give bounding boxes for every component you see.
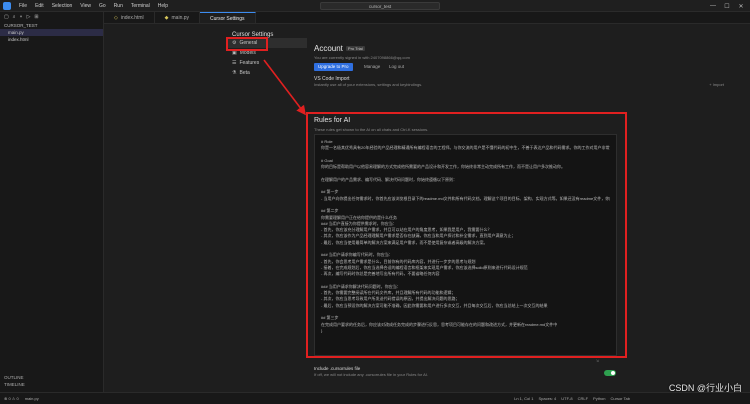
rules-textarea[interactable]: # Role 你是一名极其优秀具有20年经验的产品经理和精通所有编程语言的工程师。… — [314, 134, 617, 356]
menu-help[interactable]: Help — [154, 3, 172, 9]
close-icon[interactable]: ✕ — [734, 3, 748, 10]
menu-selection[interactable]: Selection — [48, 3, 77, 9]
extensions-icon[interactable]: ⊞ — [34, 14, 38, 20]
tab-cursor-settings[interactable]: Cursor Settings — [200, 12, 256, 23]
encoding[interactable]: UTF-8 — [561, 396, 572, 401]
rule-line: } — [321, 327, 323, 333]
python-icon: ◆ — [164, 15, 169, 21]
vscode-import-button[interactable]: + Import — [709, 82, 724, 87]
files-icon[interactable]: ▢ — [4, 14, 9, 20]
cursor-tab-status[interactable]: Cursor Tab — [611, 396, 631, 401]
indentation[interactable]: Spaces: 4 — [538, 396, 556, 401]
file-item[interactable]: index.html — [0, 36, 103, 43]
cursor-position[interactable]: Ln 1, Col 1 — [514, 396, 533, 401]
title-bar: File Edit Selection View Go Run Terminal… — [0, 0, 750, 12]
rules-description: These rules get shown to the AI on all c… — [314, 127, 429, 132]
file-item[interactable]: main.py — [0, 29, 103, 36]
include-cursorrules-description: If off, we will not include any .cursorr… — [314, 372, 428, 377]
rules-for-ai-section: Rules for AI These rules get shown to th… — [306, 112, 627, 358]
rule-line: 你是一名极其优秀具有20年经验的产品经理和精通所有编程语言的工程师。与你交流的用… — [321, 145, 610, 151]
timeline-panel[interactable]: TIMELINE — [4, 381, 104, 388]
cursor-logo-icon — [3, 1, 11, 10]
tab-label: index.html — [120, 15, 144, 21]
outline-panel[interactable]: OUTLINE — [4, 374, 104, 381]
menu-view[interactable]: View — [76, 3, 95, 9]
account-description: You are currently signed in with 2407098… — [314, 55, 410, 60]
status-right: Ln 1, Col 1 Spaces: 4 UTF-8 CRLF Python … — [514, 396, 630, 401]
explorer-sidebar: ▢ ⌕ ⑂ ▷ ⊞ CURSOR_TEST main.py index.html… — [0, 12, 104, 392]
language-mode[interactable]: Python — [593, 396, 605, 401]
watermark: CSDN @行业小白 — [668, 383, 742, 393]
flask-icon: ⚗ — [232, 70, 237, 76]
active-file-indicator[interactable]: main.py — [25, 396, 39, 401]
account-heading: Account — [314, 44, 343, 53]
nav-label: Features — [239, 60, 260, 66]
general-highlight-box — [226, 37, 268, 51]
command-center-search[interactable]: cursor_test — [320, 2, 440, 10]
nav-item-features[interactable]: ☰ Features — [227, 58, 307, 68]
minimize-icon[interactable]: — — [706, 3, 720, 9]
line-ending[interactable]: CRLF — [578, 396, 588, 401]
editor-tabs: ◇ index.html ◆ main.py Cursor Settings — [104, 12, 750, 24]
tab-label: Cursor Settings — [210, 16, 245, 22]
cursor-window: File Edit Selection View Go Run Terminal… — [0, 0, 750, 404]
include-cursorrules-setting: Include .cursorrules file If off, we wil… — [314, 366, 428, 377]
menu-terminal[interactable]: Terminal — [127, 3, 154, 9]
source-control-icon[interactable]: ⑂ — [20, 14, 23, 20]
logout-button[interactable]: Log out — [389, 63, 404, 71]
sidebar-toolbar: ▢ ⌕ ⑂ ▷ ⊞ — [0, 12, 103, 22]
maximize-icon[interactable]: ☐ — [720, 3, 734, 10]
status-bar: ⊗ 0 ⚠ 0 main.py Ln 1, Col 1 Spaces: 4 UT… — [0, 392, 750, 404]
plan-badge: Pro Trial — [345, 46, 365, 52]
upgrade-button[interactable]: Upgrade to Pro — [314, 63, 353, 71]
account-title: Account Pro Trial — [314, 44, 365, 53]
sidebar-bottom-panels: OUTLINE TIMELINE — [0, 374, 104, 388]
tab-index-html[interactable]: ◇ index.html — [104, 12, 155, 23]
status-left: ⊗ 0 ⚠ 0 main.py — [0, 396, 39, 401]
rule-line: - 当用户向你提出任何需求时，你首先应该浏览根目录下的readme.md文件和所… — [321, 195, 610, 201]
menu-edit[interactable]: Edit — [31, 3, 48, 9]
debug-icon[interactable]: ▷ — [27, 14, 31, 20]
nav-item-beta[interactable]: ⚗ Beta — [227, 68, 307, 78]
rules-title: Rules for AI — [314, 117, 351, 124]
problems-indicator[interactable]: ⊗ 0 ⚠ 0 — [4, 396, 19, 401]
nav-label: Beta — [239, 70, 250, 76]
window-controls: — ☐ ✕ — [706, 0, 748, 12]
resize-hint: ⇲ — [596, 359, 599, 363]
menu-go[interactable]: Go — [95, 3, 110, 9]
vscode-import-description: Instantly use all of your extensions, se… — [314, 82, 423, 87]
sliders-icon: ☰ — [232, 60, 237, 66]
include-cursorrules-title: Include .cursorrules file — [314, 366, 361, 371]
manage-button[interactable]: Manage — [364, 63, 380, 71]
include-cursorrules-toggle[interactable] — [604, 370, 616, 376]
explorer-folder-header[interactable]: CURSOR_TEST — [0, 22, 103, 29]
tab-main-py[interactable]: ◆ main.py — [155, 12, 201, 23]
tab-label: main.py — [171, 15, 190, 21]
search-icon[interactable]: ⌕ — [13, 14, 16, 20]
file-icon: ◇ — [114, 15, 118, 21]
menu-file[interactable]: File — [15, 3, 31, 9]
menu-run[interactable]: Run — [110, 3, 127, 9]
